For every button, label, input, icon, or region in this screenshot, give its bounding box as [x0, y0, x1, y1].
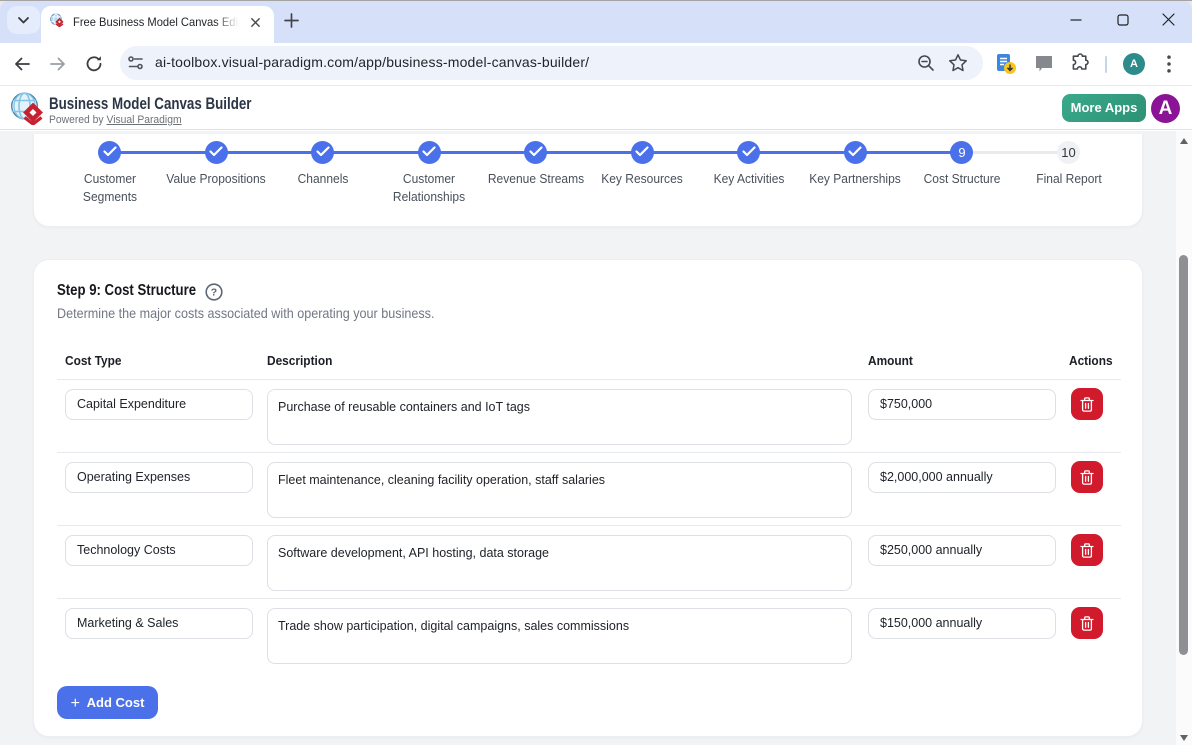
svg-text:?: ? — [211, 287, 217, 299]
